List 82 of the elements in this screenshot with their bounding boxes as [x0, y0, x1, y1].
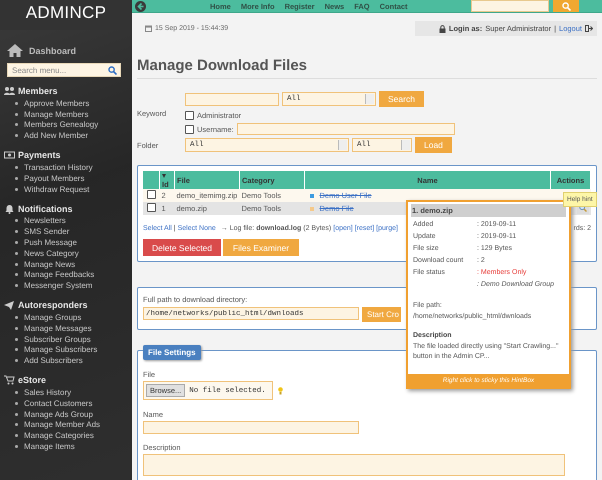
- sidebar-item[interactable]: Manage News: [24, 260, 76, 269]
- sidebar-item[interactable]: Newsletters: [24, 216, 66, 226]
- logout-icon: [585, 25, 593, 32]
- bullet-icon: [15, 252, 18, 255]
- sidebar-item[interactable]: Approve Members: [24, 98, 90, 108]
- calendar-icon: [145, 25, 152, 32]
- search-button[interactable]: [553, 0, 579, 12]
- bullet-icon: [15, 134, 18, 138]
- bullet-icon: [15, 423, 18, 426]
- sidebar-item[interactable]: Contact Customers: [24, 398, 92, 408]
- cart-icon: [4, 375, 15, 386]
- bullet-icon: [15, 338, 18, 341]
- sidebar-item[interactable]: Subscriber Groups: [24, 334, 91, 344]
- page-title: Manage Download Files: [137, 57, 597, 79]
- sidebar-item[interactable]: Transaction History: [24, 163, 93, 172]
- sidebar-item[interactable]: Manage Categories: [24, 431, 94, 440]
- sidebar-item[interactable]: Withdraw Request: [24, 184, 90, 194]
- home-icon: [6, 43, 24, 58]
- sort-icon: [162, 173, 166, 178]
- row-checkbox[interactable]: [146, 190, 156, 199]
- section-heading: Notifications: [18, 204, 73, 214]
- checkbox[interactable]: [185, 124, 194, 134]
- sidebar-item[interactable]: Members Genealogy: [24, 120, 98, 130]
- bell-icon: [4, 204, 15, 214]
- bullet-icon: [15, 219, 18, 222]
- sidebar-item[interactable]: Add New Member: [24, 131, 88, 140]
- bullet-icon: [15, 273, 18, 276]
- checkbox[interactable]: [185, 110, 194, 120]
- bullet-icon: [15, 348, 18, 352]
- bullet-icon: [15, 188, 18, 191]
- row-checkbox[interactable]: [146, 203, 156, 212]
- section-heading: eStore: [18, 375, 46, 386]
- search-field[interactable]: [471, 0, 549, 12]
- bullet-icon: [15, 326, 18, 330]
- bullet-icon: [15, 176, 18, 180]
- bullet-icon: [15, 241, 18, 244]
- sidebar-item[interactable]: Payout Members: [24, 174, 84, 183]
- sidebar-item[interactable]: SMS Sender: [24, 227, 70, 236]
- bullet-icon: [15, 230, 18, 234]
- bullet-icon: [15, 284, 18, 288]
- section-heading: Autoresponders: [18, 300, 88, 310]
- sidebar-item[interactable]: Manage Members: [24, 110, 88, 119]
- delete-button[interactable]: Delete Selected: [143, 239, 221, 256]
- bullet-icon: [15, 262, 18, 266]
- sidebar-item[interactable]: Manage Feedbacks: [24, 270, 94, 280]
- bullet-icon: [15, 445, 18, 448]
- name-field[interactable]: [143, 421, 359, 434]
- bullet-icon: [15, 412, 18, 416]
- sidebar-item[interactable]: Messenger System: [24, 281, 92, 290]
- section-heading: Members: [18, 86, 58, 96]
- bullet-icon: [15, 316, 18, 320]
- banknote-icon: [4, 150, 15, 160]
- sidebar-item[interactable]: Sales History: [24, 388, 72, 398]
- bullet-icon: [15, 112, 18, 116]
- sidebar-item[interactable]: Manage Subscribers: [24, 345, 98, 354]
- bullet-icon: [15, 359, 18, 362]
- username-field[interactable]: [236, 123, 455, 135]
- bullet-icon: [15, 102, 18, 105]
- bullet-icon: [15, 123, 18, 126]
- sidebar-item[interactable]: News Category: [24, 248, 79, 258]
- sidebar-item[interactable]: Push Message: [24, 238, 77, 248]
- search-field[interactable]: Search menu...: [7, 63, 121, 77]
- sidebar-item[interactable]: Manage Items: [24, 442, 75, 452]
- search-icon: [108, 66, 117, 75]
- bullet-icon: [15, 166, 18, 170]
- people-icon: [4, 86, 15, 96]
- bulb-icon: [278, 386, 283, 394]
- keyword-field[interactable]: [185, 92, 279, 106]
- section-heading: Payments: [18, 150, 61, 160]
- bullet-icon: [15, 402, 18, 405]
- description-field[interactable]: [143, 454, 565, 476]
- sidebar-item[interactable]: Manage Member Ads: [24, 420, 100, 430]
- search-icon: [562, 2, 570, 10]
- dashboard-link[interactable]: Dashboard: [29, 46, 76, 56]
- sidebar-item[interactable]: Add Subscribers: [24, 356, 83, 366]
- paper-plane-icon: [4, 300, 15, 310]
- bullet-icon: [15, 391, 18, 394]
- sidebar-item[interactable]: Manage Messages: [24, 324, 92, 333]
- bullet-icon: [15, 434, 18, 438]
- sidebar-item[interactable]: Manage Ads Group: [24, 410, 93, 419]
- sidebar-item[interactable]: Manage Groups: [24, 313, 82, 322]
- lock-icon: [438, 24, 446, 32]
